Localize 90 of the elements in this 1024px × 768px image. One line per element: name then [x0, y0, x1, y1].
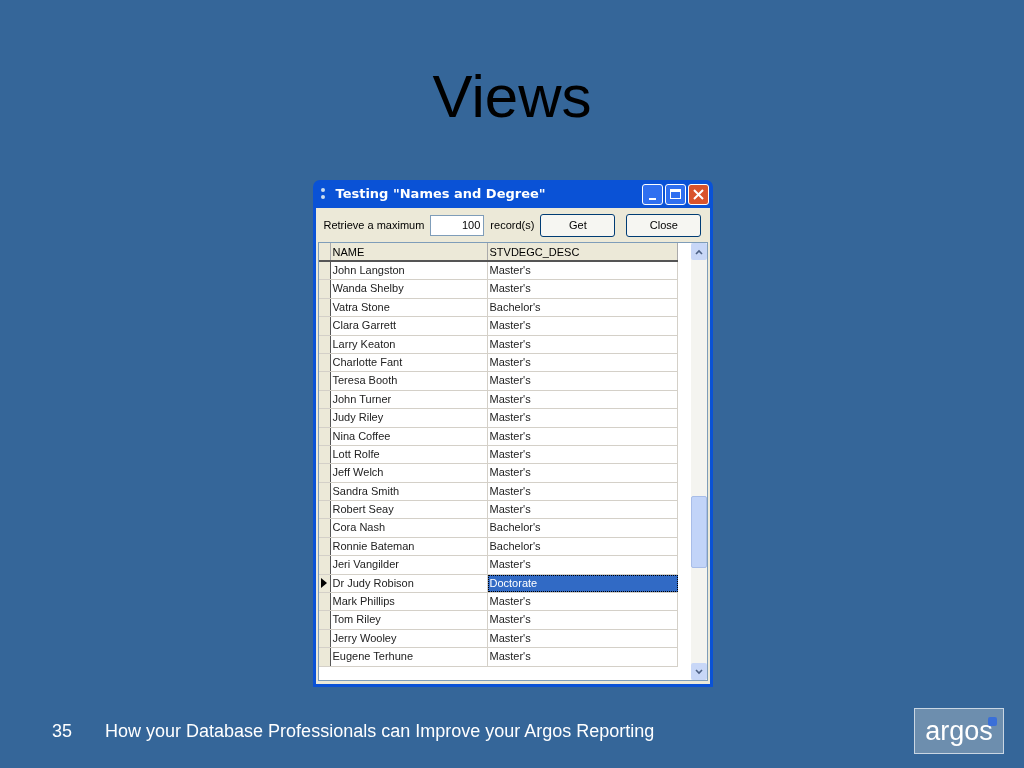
chevron-up-icon — [694, 248, 703, 255]
table-cell: Jerry Wooley — [330, 629, 488, 648]
argos-logo: argos — [914, 708, 1004, 754]
row-selector[interactable] — [318, 593, 331, 611]
table-cell: Master's — [487, 427, 678, 445]
table-cell: Judy Riley — [330, 409, 488, 427]
table-cell: Bachelor's — [487, 298, 678, 317]
row-selector[interactable] — [318, 556, 331, 574]
table-cell: Sandra Smith — [330, 482, 488, 501]
table-cell: Clara Garrett — [330, 317, 488, 335]
slide-title: Views — [432, 62, 592, 132]
row-selector[interactable] — [318, 482, 331, 501]
row-selector[interactable] — [318, 298, 331, 317]
table-cell: Larry Keaton — [330, 335, 488, 353]
row-selector[interactable] — [318, 409, 331, 427]
table-cell: John Langston — [330, 262, 488, 280]
table-cell: Eugene Terhune — [330, 648, 488, 666]
table-cell: Master's — [487, 335, 678, 353]
table-cell: Lott Rolfe — [330, 445, 488, 464]
retrieve-label: Retrieve a maximum — [323, 217, 425, 233]
table-cell: Teresa Booth — [330, 372, 488, 390]
table-cell: Robert Seay — [330, 501, 488, 519]
table-cell: Master's — [487, 409, 678, 427]
table-cell: Master's — [487, 648, 678, 666]
table-cell: Master's — [487, 611, 678, 629]
records-label: record(s) — [490, 217, 535, 233]
window-title: Testing "Names and Degree" — [335, 185, 546, 204]
minimize-icon — [648, 197, 656, 200]
row-selector[interactable] — [318, 501, 331, 519]
scroll-thumb[interactable] — [690, 496, 707, 568]
table-cell: Mark Phillips — [330, 593, 488, 611]
table-cell: Ronnie Bateman — [330, 537, 488, 556]
column-header[interactable]: STVDEGC_DESC — [487, 243, 678, 260]
row-selector[interactable] — [318, 519, 331, 537]
row-selector[interactable] — [318, 353, 331, 372]
chevron-down-icon — [694, 668, 703, 675]
table-cell: Tom Riley — [330, 611, 488, 629]
table-cell: Master's — [487, 372, 678, 390]
row-selector[interactable] — [318, 574, 331, 593]
toolbar-button[interactable]: Close — [626, 213, 702, 237]
table-cell: Dr Judy Robison — [330, 574, 488, 593]
row-selector[interactable] — [318, 317, 331, 335]
page-number: 35 — [52, 719, 73, 743]
table-cell: Master's — [487, 280, 678, 298]
row-selector[interactable] — [318, 648, 331, 666]
minimize-button[interactable] — [641, 183, 663, 205]
table-cell: Master's — [487, 482, 678, 501]
table-cell: Master's — [487, 464, 678, 482]
row-selector[interactable] — [318, 390, 331, 409]
scroll-up-button[interactable] — [690, 243, 707, 260]
table-cell: Master's — [487, 262, 678, 280]
toolbar-button[interactable]: Get — [540, 213, 616, 237]
table-cell: Bachelor's — [487, 537, 678, 556]
row-selector[interactable] — [318, 629, 331, 648]
table-cell: Master's — [487, 445, 678, 464]
column-header[interactable]: NAME — [330, 243, 488, 260]
row-selector[interactable] — [318, 464, 331, 482]
max-records-field[interactable]: 100 — [430, 214, 485, 236]
close-icon — [692, 188, 704, 200]
row-selector[interactable] — [318, 611, 331, 629]
table-cell: Jeri Vangilder — [330, 556, 488, 574]
row-selector[interactable] — [318, 427, 331, 445]
row-pointer-icon — [321, 578, 327, 589]
table-cell: John Turner — [330, 390, 488, 409]
table-cell: Vatra Stone — [330, 298, 488, 317]
table-cell: Jeff Welch — [330, 464, 488, 482]
table-cell: Charlotte Fant — [330, 353, 488, 372]
scroll-down-button[interactable] — [690, 663, 707, 680]
row-selector[interactable] — [318, 445, 331, 464]
close-button[interactable] — [687, 183, 709, 205]
vertical-scrollbar[interactable] — [690, 243, 707, 680]
table-cell: Master's — [487, 353, 678, 372]
row-selector[interactable] — [318, 537, 331, 556]
row-selector[interactable] — [318, 335, 331, 353]
table-cell: Cora Nash — [330, 519, 488, 537]
table-cell: Bachelor's — [487, 519, 678, 537]
table-cell: Master's — [487, 501, 678, 519]
maximize-icon — [669, 189, 681, 199]
table-cell: Master's — [487, 556, 678, 574]
row-selector[interactable] — [318, 280, 331, 298]
table-cell: Nina Coffee — [330, 427, 488, 445]
table-cell: Master's — [487, 593, 678, 611]
table-cell: Master's — [487, 317, 678, 335]
table-cell: Master's — [487, 629, 678, 648]
footer-text: How your Database Professionals can Improve your Argos Reporting — [105, 719, 655, 743]
row-selector[interactable] — [318, 372, 331, 390]
table-cell: Wanda Shelby — [330, 280, 488, 298]
row-selector[interactable] — [318, 262, 331, 280]
table-cell: Master's — [487, 390, 678, 409]
maximize-button[interactable] — [664, 183, 686, 205]
